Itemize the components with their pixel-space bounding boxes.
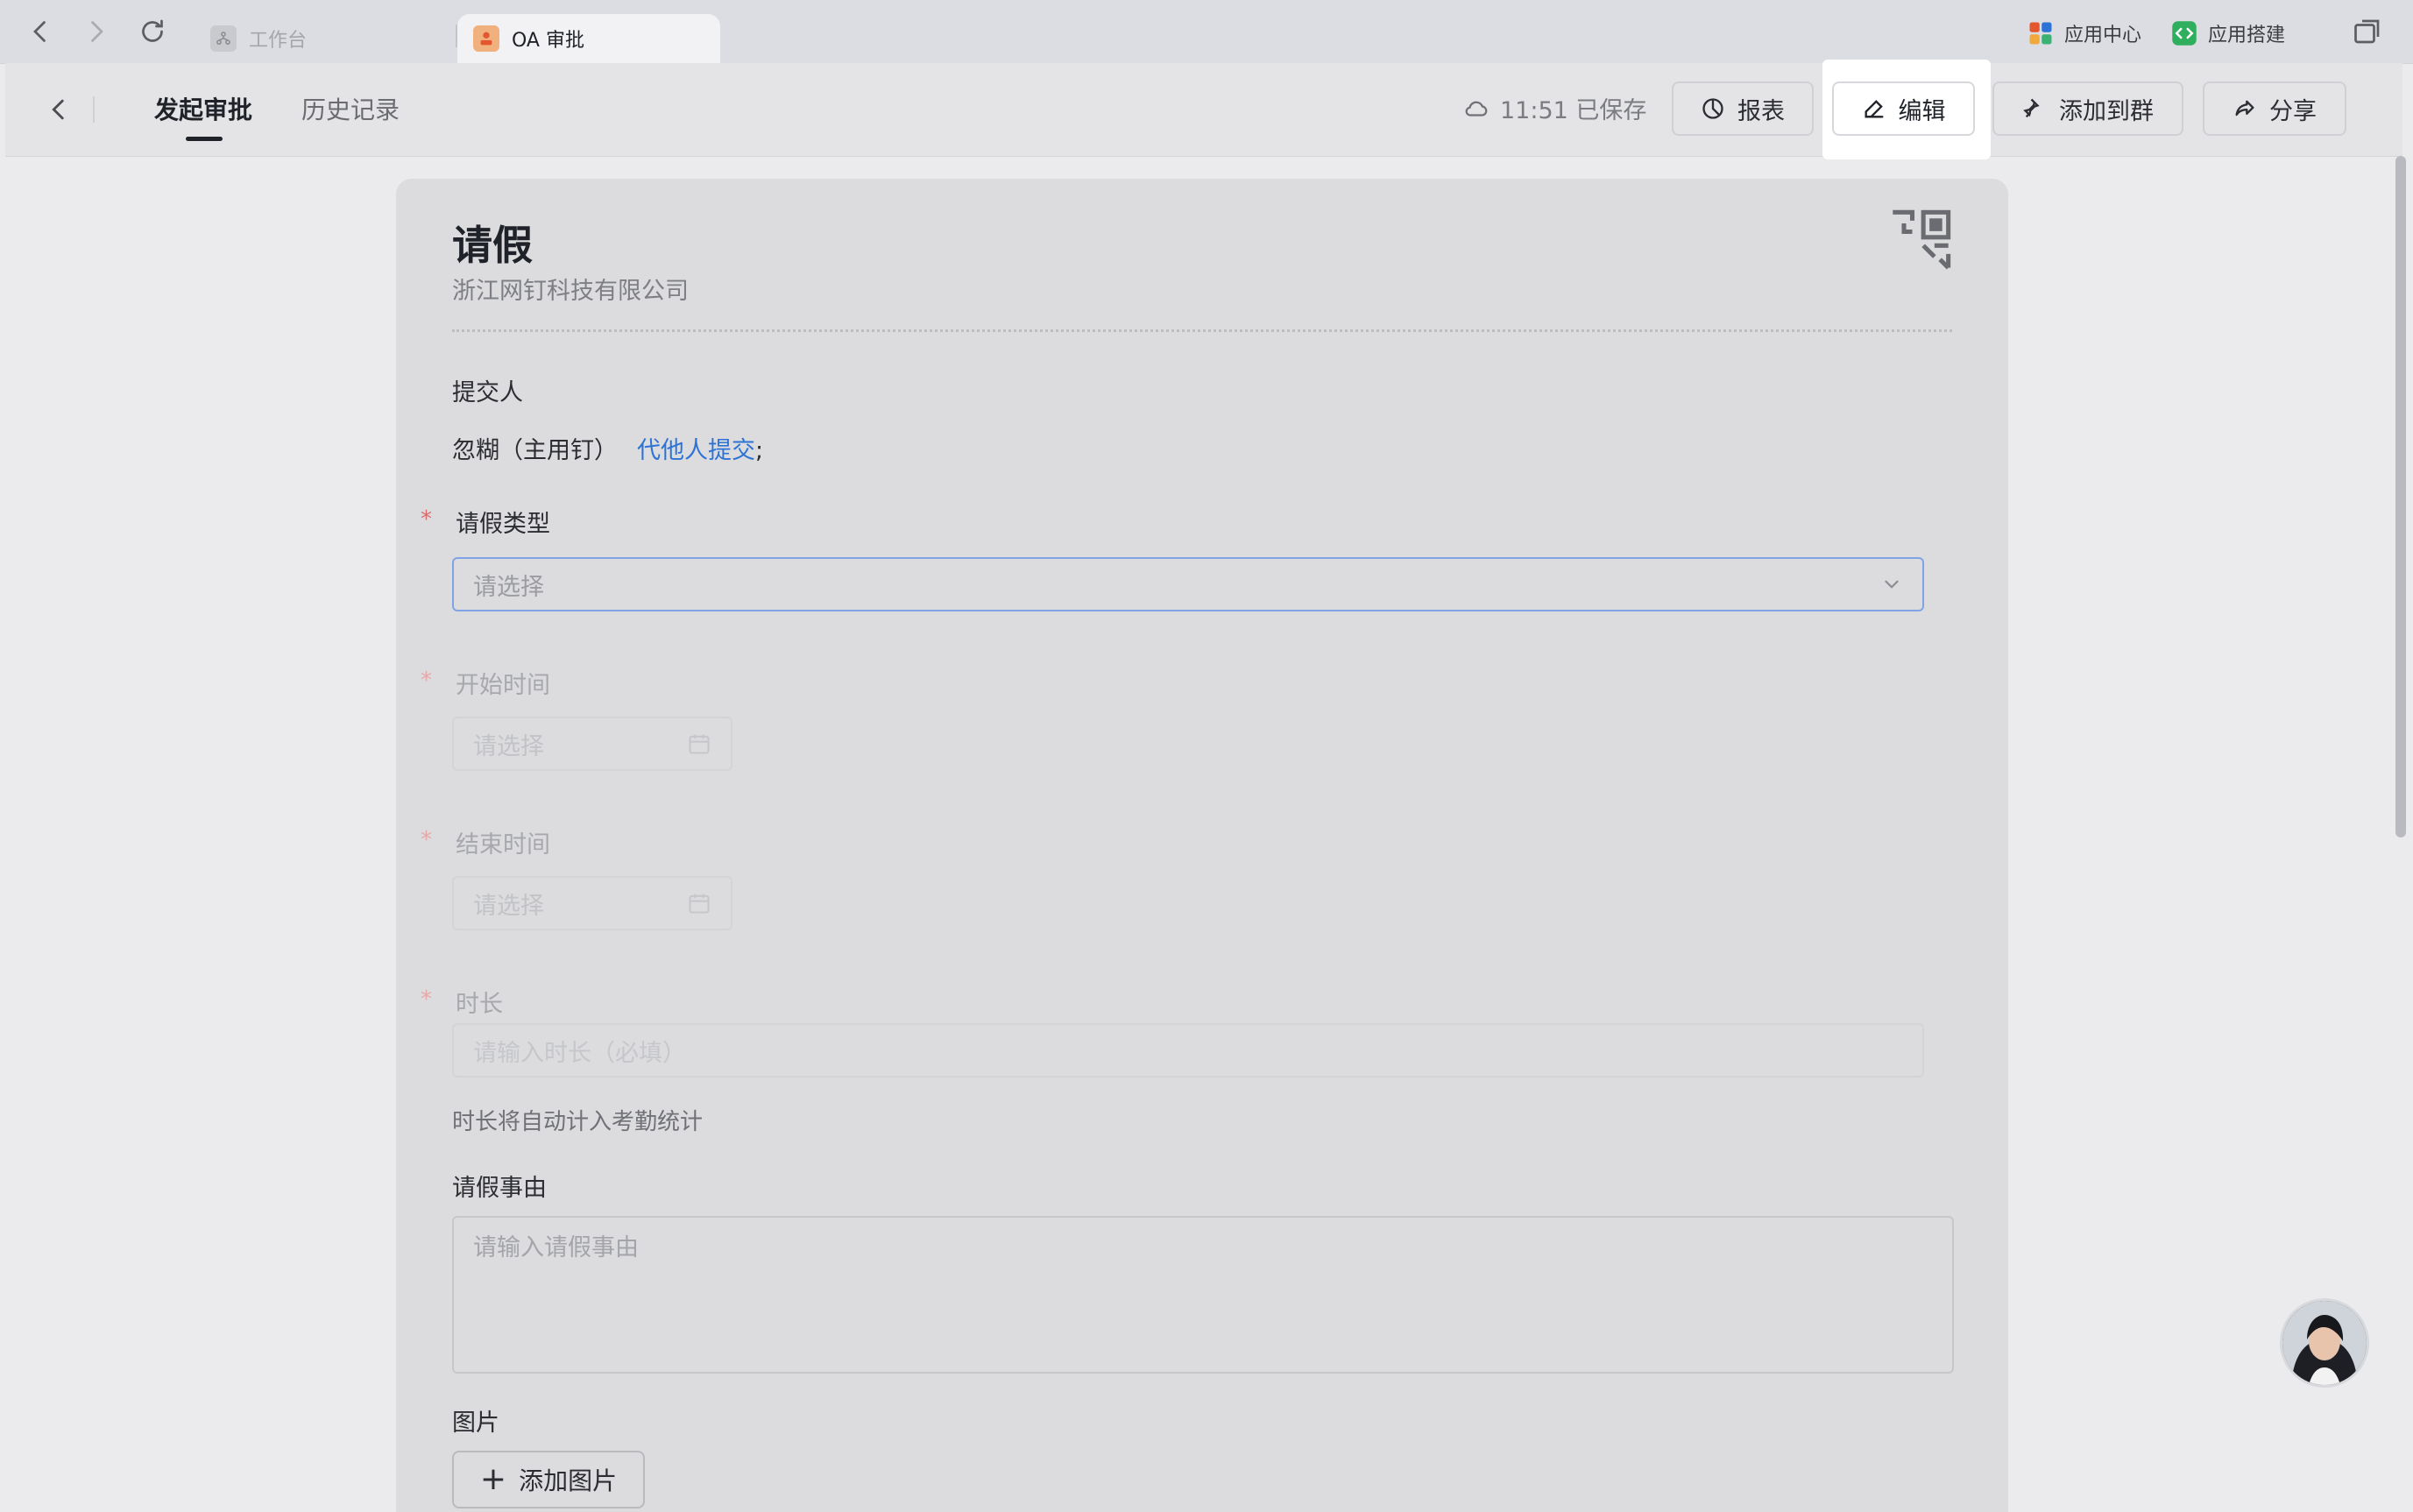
start-time-label: 开始时间 <box>456 672 550 699</box>
images-label: 图片 <box>452 1410 499 1437</box>
start-time-placeholder: 请选择 <box>473 732 544 760</box>
save-status-text: 11:51 已保存 <box>1500 97 1647 124</box>
reason-placeholder: 请输入请假事由 <box>473 1234 639 1261</box>
required-mark: * <box>421 827 432 853</box>
form-card: 请假 浙江网钉科技有限公司 提交人 忽糊（主用钉） 代他人提交; * 请假类型 请… <box>396 179 2008 1512</box>
app-builder-icon <box>2172 21 2197 46</box>
add-image-button[interactable]: + 添加图片 <box>452 1451 645 1508</box>
end-time-placeholder: 请选择 <box>473 892 544 920</box>
page-scrollbar[interactable] <box>2395 156 2406 837</box>
oa-approval-icon <box>473 25 499 52</box>
leave-type-select[interactable]: 请选择 <box>452 557 1924 611</box>
title-divider <box>452 329 1952 332</box>
add-image-label: 添加图片 <box>519 1466 618 1495</box>
duration-placeholder: 请输入时长（必填） <box>473 1039 686 1067</box>
calendar-icon <box>689 894 710 914</box>
edit-label: 编辑 <box>1898 97 1946 125</box>
forward-arrow-icon[interactable] <box>77 12 116 51</box>
duration-label: 时长 <box>456 991 503 1018</box>
browser-tab-strip: 工作台 OA 审批 应用中心 应用搭建 <box>0 0 2413 64</box>
tab-label: 工作台 <box>249 30 308 52</box>
app-center-icon <box>2029 22 2052 45</box>
pie-chart-icon <box>1702 98 1723 119</box>
tab-label: OA 审批 <box>512 30 584 52</box>
edit-button[interactable]: 编辑 <box>1832 81 1975 136</box>
header-divider <box>93 96 95 123</box>
workbench-icon <box>210 25 237 52</box>
required-mark: * <box>421 506 432 533</box>
duration-input[interactable]: 请输入时长（必填） <box>452 1023 1924 1077</box>
reason-textarea[interactable]: 请输入请假事由 <box>452 1216 1954 1374</box>
tab-start-approval[interactable]: 发起审批 <box>154 91 252 126</box>
pin-icon <box>2023 98 2040 118</box>
pencil-icon <box>1865 100 1883 118</box>
submitter-name: 忽糊（主用钉） <box>452 437 618 464</box>
assistant-avatar[interactable] <box>2280 1298 2369 1388</box>
end-time-label: 结束时间 <box>456 831 550 858</box>
start-time-picker[interactable]: 请选择 <box>452 717 732 771</box>
required-mark: * <box>421 668 432 694</box>
submitter-row: 忽糊（主用钉） 代他人提交; <box>452 431 763 465</box>
page-header: 发起审批 历史记录 11:51 已保存 报表 添加到群 分享 <box>5 63 2402 157</box>
back-chevron-icon[interactable] <box>37 88 81 131</box>
app-center-label: 应用中心 <box>2064 25 2142 46</box>
app-center-button[interactable]: 应用中心 <box>2027 16 2141 51</box>
qr-code-icon[interactable] <box>1887 207 1954 273</box>
cloud-icon <box>1465 101 1488 117</box>
end-time-picker[interactable]: 请选择 <box>452 876 732 930</box>
share-icon <box>2235 100 2254 117</box>
app-window: 工作台 OA 审批 应用中心 应用搭建 发起审批 历史记录 11:51 已保存 … <box>0 0 2413 1512</box>
add-to-group-button[interactable]: 添加到群 <box>1992 81 2183 136</box>
report-button[interactable]: 报表 <box>1672 81 1814 136</box>
tab-history[interactable]: 历史记录 <box>301 91 400 126</box>
add-to-group-label: 添加到群 <box>2059 97 2154 125</box>
back-arrow-icon[interactable] <box>21 12 60 51</box>
share-label: 分享 <box>2269 97 2317 125</box>
calendar-icon <box>689 734 710 754</box>
leave-type-placeholder: 请选择 <box>473 573 544 601</box>
popout-window-icon[interactable] <box>2348 12 2387 51</box>
assistant-portrait-icon <box>2282 1301 2367 1385</box>
tab-oa-approval[interactable]: OA 审批 <box>457 14 720 63</box>
duration-hint: 时长将自动计入考勤统计 <box>452 1109 704 1135</box>
app-builder-label: 应用搭建 <box>2208 25 2286 46</box>
save-status: 11:51 已保存 <box>1463 91 1646 125</box>
reason-label: 请假事由 <box>452 1175 547 1202</box>
submitter-suffix: ; <box>755 437 764 464</box>
required-mark: * <box>421 986 432 1013</box>
plus-icon: + <box>479 1461 507 1497</box>
submitter-label: 提交人 <box>452 379 523 406</box>
share-button[interactable]: 分享 <box>2203 81 2346 136</box>
active-tab-indicator <box>186 137 223 141</box>
report-label: 报表 <box>1737 97 1785 125</box>
tab-workbench[interactable]: 工作台 <box>195 14 457 63</box>
form-title: 请假 <box>452 222 533 269</box>
leave-type-label: 请假类型 <box>456 511 550 538</box>
submit-for-others-link[interactable]: 代他人提交 <box>637 437 755 464</box>
app-builder-button[interactable]: 应用搭建 <box>2171 16 2285 51</box>
chevron-down-icon <box>1885 580 1899 589</box>
refresh-icon[interactable] <box>133 12 172 51</box>
company-name: 浙江网钉科技有限公司 <box>452 278 689 305</box>
